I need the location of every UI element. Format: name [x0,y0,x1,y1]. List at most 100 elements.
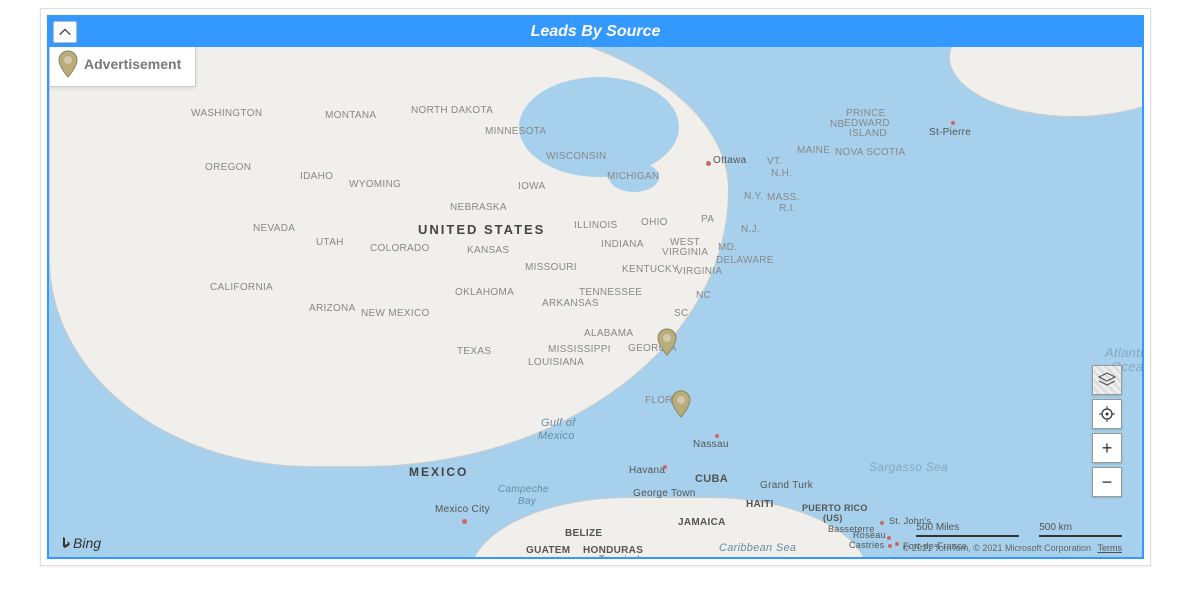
scale-miles: 500 Miles [916,522,1019,537]
label-nassau: Nassau [693,439,729,450]
layer-toggle-button[interactable] [1092,365,1122,395]
widget-title: Leads By Source [531,23,661,41]
label-george-town: George Town [633,488,696,499]
label-castries: Castries [849,540,884,550]
label-mo: MISSOURI [525,262,577,273]
label-la: LOUISIANA [528,357,584,368]
dot-nassau [715,434,719,438]
label-maine: MAINE [797,145,830,156]
map-attribution: © 2021 TomTom, © 2021 Microsoft Corporat… [903,543,1122,553]
layers-icon [1098,371,1116,389]
label-campeche-1: Campeche [498,484,549,495]
label-in: INDIANA [601,239,644,250]
label-mass: MASS. [767,192,800,203]
label-nd: NORTH DAKOTA [411,105,493,116]
pin-icon [58,50,78,78]
label-tx: TEXAS [457,346,491,357]
label-delaware: DELAWARE [716,255,774,266]
label-puerto-rico-2: (US) [823,513,843,523]
label-or: OREGON [205,162,251,173]
zoom-out-button[interactable]: − [1092,467,1122,497]
collapse-button[interactable] [53,21,77,43]
label-tn: TENNESSEE [579,287,642,298]
label-ut: UTAH [316,237,344,248]
dot-mexico-city [462,519,467,524]
label-roseau: Roseau [853,530,886,540]
label-atlantic-1: Atlanti [1105,345,1142,360]
label-cuba: CUBA [695,473,728,485]
label-co: COLORADO [370,243,430,254]
label-mt: MONTANA [325,110,376,121]
label-belize: BELIZE [565,528,602,539]
label-ks: KANSAS [467,245,509,256]
dot-st-johns [880,521,884,525]
label-grand-turk: Grand Turk [760,480,813,491]
label-mn: MINNESOTA [485,126,546,137]
label-jamaica: JAMAICA [678,517,726,528]
label-ny: N.Y. [744,191,763,202]
label-mi: MICHIGAN [607,171,659,182]
label-md: MD. [718,242,737,253]
label-al: ALABAMA [584,328,633,339]
map-canvas[interactable]: Advertisement UNITED STATES MEXICO CUBA … [49,47,1142,557]
label-gulf-1: Gulf of [541,417,576,429]
label-az: ARIZONA [309,303,356,314]
label-ms: MISSISSIPPI [548,344,611,355]
terms-link[interactable]: Terms [1098,543,1123,553]
dot-ottawa [706,161,711,166]
label-caribbean: Caribbean Sea [719,542,796,554]
map-controls: + − [1092,365,1122,497]
label-nj: N.J. [741,224,760,235]
dot-castries [888,544,892,548]
label-st-pierre: St-Pierre [929,127,971,138]
landmass-atlantic-canada [949,47,1142,117]
scale-km: 500 km [1039,522,1122,537]
zoom-in-button[interactable]: + [1092,433,1122,463]
label-mexico: MEXICO [409,465,468,479]
dot-roseau [887,536,891,540]
label-sargasso: Sargasso Sea [869,460,948,474]
label-mexico-city: Mexico City [435,504,490,515]
label-pei3: ISLAND [849,128,887,139]
label-ns: NOVA SCOTIA [835,147,905,158]
map-marker-florida[interactable] [671,390,691,418]
locate-me-button[interactable] [1092,399,1122,429]
label-puerto-rico-1: PUERTO RICO [802,503,868,513]
label-oh: OHIO [641,217,668,228]
label-wa: WASHINGTON [191,108,262,119]
label-wi: WISCONSIN [546,151,606,162]
label-united-states: UNITED STATES [418,222,545,237]
bing-label: Bing [73,535,101,551]
label-ky: KENTUCKY [622,264,679,275]
label-havana: Havana [629,465,665,476]
locate-icon [1099,406,1115,422]
dot-st-pierre [951,121,955,125]
label-nv: NEVADA [253,223,295,234]
label-nm: NEW MEXICO [361,308,430,319]
label-ar: ARKANSAS [542,298,599,309]
label-va: VIRGINIA [676,266,722,277]
chevron-up-icon [58,25,72,39]
label-wv2: VIRGINIA [662,247,708,258]
label-ia: IOWA [518,181,546,192]
scale-bar: 500 Miles 500 km [916,522,1122,537]
attribution-text: © 2021 TomTom, © 2021 Microsoft Corporat… [903,543,1091,553]
label-ne: NEBRASKA [450,202,507,213]
map-marker-georgia[interactable] [657,328,677,356]
label-vt: VT. [767,156,782,167]
label-ottawa: Ottawa [713,155,746,166]
label-sc: SC [674,308,689,319]
map-legend: Advertisement [49,47,196,87]
label-pa: PA [701,214,714,225]
map-widget: Leads By Source Advertisement UNITED STA… [47,15,1144,559]
dot-havana [663,465,667,469]
label-campeche-2: Bay [518,496,536,507]
widget-card: Leads By Source Advertisement UNITED STA… [40,8,1151,566]
label-nc: NC [696,290,711,301]
label-wy: WYOMING [349,179,401,190]
label-id: IDAHO [300,171,333,182]
label-nb: NB [830,119,845,130]
label-ca: CALIFORNIA [210,282,273,293]
label-ri: R.I. [779,203,796,214]
label-haiti: HAITI [746,499,774,510]
